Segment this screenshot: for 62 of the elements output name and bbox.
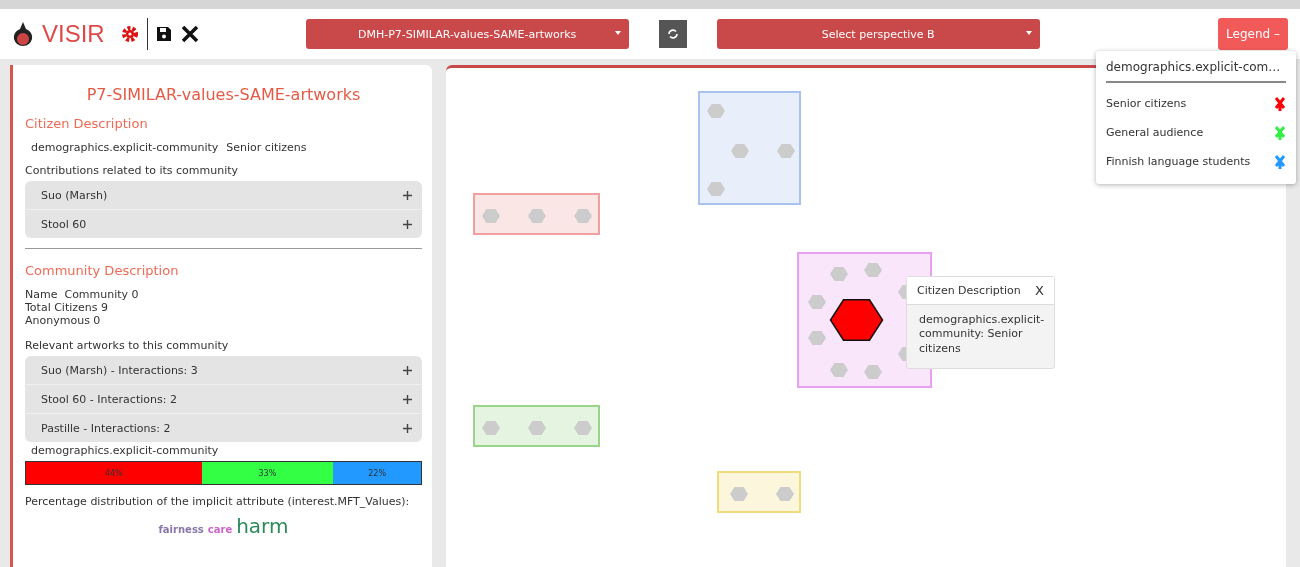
node-icon[interactable]: [808, 331, 826, 345]
save-icon[interactable]: [155, 26, 172, 42]
legend-label: Finnish language students: [1106, 155, 1251, 168]
cloud-word: fairness: [158, 524, 204, 535]
plus-icon: [403, 365, 412, 375]
node-icon[interactable]: [707, 104, 725, 118]
plus-icon: [403, 190, 412, 200]
attribute-value: Senior citizens: [226, 141, 307, 154]
accordion-item[interactable]: Stool 60: [25, 209, 422, 238]
plus-icon: [403, 423, 412, 433]
settings-icon[interactable]: [120, 25, 139, 43]
legend-title: demographics.explicit-com…: [1106, 59, 1286, 83]
node-icon[interactable]: [808, 295, 826, 309]
accordion-item[interactable]: Stool 60 - Interactions: 2: [25, 384, 422, 413]
node-icon[interactable]: [528, 421, 546, 435]
node-icon[interactable]: [482, 209, 500, 223]
distribution-label: demographics.explicit-community: [31, 444, 220, 457]
section-heading: Citizen Description: [25, 116, 149, 131]
bar-segment: 33%: [201, 462, 334, 484]
info-line: Name Community 0: [25, 288, 140, 301]
accordion-item[interactable]: Pastille - Interactions: 2: [25, 413, 422, 442]
node-icon[interactable]: [776, 487, 794, 501]
node-icon[interactable]: [864, 263, 882, 277]
bar-segment: 22%: [333, 462, 421, 484]
brand-name: VISIR: [42, 20, 105, 48]
close-button[interactable]: X: [1035, 283, 1044, 298]
refresh-icon: [666, 28, 679, 40]
logo-icon: [12, 21, 34, 47]
node-icon[interactable]: [830, 267, 848, 281]
tooltip-text: demographics.explicit-community: Senior citizens: [918, 312, 1046, 357]
node-icon[interactable]: [574, 209, 592, 223]
selected-node-icon[interactable]: [829, 299, 884, 341]
cloud-word: care: [207, 524, 233, 535]
plus-icon: [403, 394, 412, 404]
accordion-item[interactable]: Suo (Marsh): [25, 181, 422, 209]
node-icon[interactable]: [707, 182, 725, 196]
swap-button[interactable]: [658, 20, 687, 48]
node-icon[interactable]: [777, 144, 795, 158]
implicit-label: Percentage distribution of the implicit attribute (interest.MFT_Values):: [25, 495, 411, 508]
attribute-name: demographics.explicit-community: [31, 141, 219, 154]
node-icon[interactable]: [574, 421, 592, 435]
section-label: Contributions related to its community: [25, 164, 240, 177]
plus-icon: [403, 219, 412, 229]
node-icon[interactable]: [482, 421, 500, 435]
info-line: Total Citizens 9: [25, 301, 110, 314]
node-icon[interactable]: [830, 363, 848, 377]
node-icon[interactable]: [730, 487, 748, 501]
node-icon[interactable]: [731, 144, 749, 158]
panel-title: P7-SIMILAR-values-SAME-artworks: [85, 85, 362, 104]
legend-label: General audience: [1106, 126, 1204, 139]
section-heading: Community Description: [25, 263, 180, 278]
tooltip-title: Citizen Description: [917, 284, 1021, 297]
legend-label: Senior citizens: [1106, 97, 1187, 110]
node-icon[interactable]: [528, 209, 546, 223]
perspective-b-dropdown[interactable]: Select perspective B: [716, 19, 1040, 49]
perspective-a-dropdown[interactable]: DMH-P7-SIMILAR-values-SAME-artworks: [305, 19, 629, 49]
info-line: Anonymous 0: [25, 314, 102, 327]
accordion-item[interactable]: Suo (Marsh) - Interactions: 3: [25, 356, 422, 384]
section-label: Relevant artworks to this community: [25, 339, 230, 352]
cloud-word: harm: [236, 514, 289, 538]
node-icon[interactable]: [864, 365, 882, 379]
bar-segment: 44%: [26, 462, 202, 484]
